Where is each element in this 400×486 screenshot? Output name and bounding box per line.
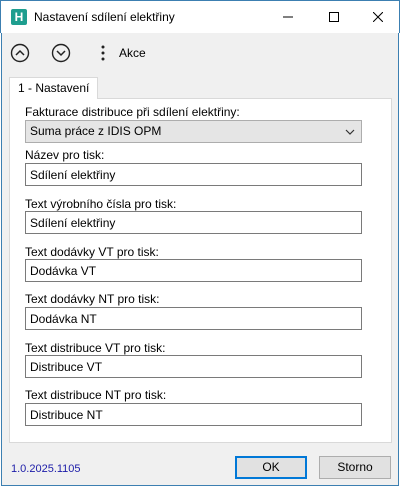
distribuce-vt-input[interactable] (25, 355, 362, 378)
move-up-button[interactable] (9, 42, 31, 64)
dodavka-nt-input[interactable] (25, 307, 362, 330)
toolbar: Akce (1, 33, 399, 73)
distribuce-nt-input[interactable] (25, 403, 362, 426)
dodavka-vt-input[interactable] (25, 259, 362, 282)
minimize-button[interactable] (265, 1, 311, 33)
window-title: Nastavení sdílení elektřiny (34, 10, 175, 24)
close-icon (373, 12, 383, 22)
close-button[interactable] (355, 1, 400, 33)
fakturace-select[interactable]: Suma práce z IDIS OPM (25, 120, 362, 143)
move-down-button[interactable] (50, 42, 72, 64)
title-bar: H Nastavení sdílení elektřiny (0, 0, 400, 33)
fakturace-label: Fakturace distribuce při sdílení elektři… (25, 105, 240, 119)
maximize-button[interactable] (311, 1, 357, 33)
vyrobni-cislo-input[interactable] (25, 211, 362, 234)
more-vertical-icon (101, 45, 105, 61)
cancel-button[interactable]: Storno (319, 456, 391, 479)
chevron-down-icon (343, 125, 357, 139)
dodavka-nt-label: Text dodávky NT pro tisk: (25, 292, 160, 306)
tab-nastaveni[interactable]: 1 - Nastavení (9, 77, 99, 99)
actions-menu-button[interactable] (94, 42, 112, 64)
chevron-up-circle-icon (10, 43, 30, 63)
chevron-down-circle-icon (51, 43, 71, 63)
distribuce-nt-label: Text distribuce NT pro tisk: (25, 388, 167, 402)
fakturace-selected-value: Suma práce z IDIS OPM (30, 124, 162, 138)
maximize-icon (329, 12, 339, 22)
dodavka-vt-label: Text dodávky VT pro tisk: (25, 245, 159, 259)
vyrobni-cislo-label: Text výrobního čísla pro tisk: (25, 197, 177, 211)
actions-menu-label[interactable]: Akce (119, 46, 146, 60)
minimize-icon (283, 16, 293, 18)
app-icon: H (11, 9, 27, 25)
distribuce-vt-label: Text distribuce VT pro tisk: (25, 341, 166, 355)
ok-button[interactable]: OK (235, 456, 307, 479)
nazev-label: Název pro tisk: (25, 148, 105, 162)
version-label: 1.0.2025.1105 (11, 463, 81, 475)
nazev-input[interactable] (25, 163, 362, 186)
